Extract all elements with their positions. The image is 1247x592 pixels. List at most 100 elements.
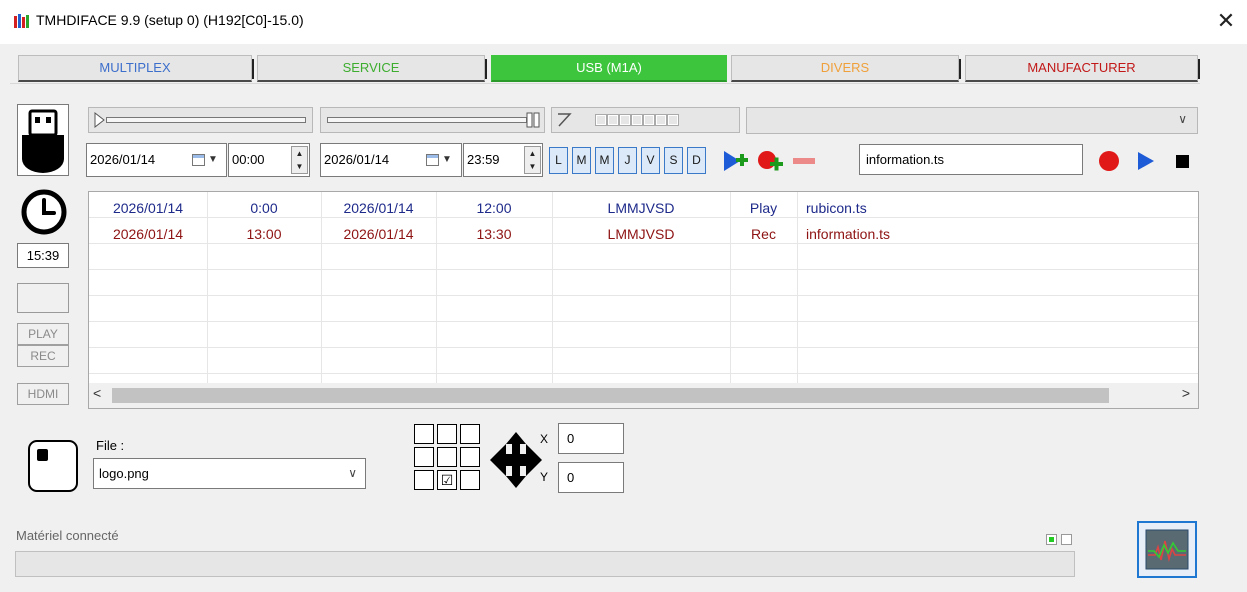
- dropdown-arrow-icon: ▼: [442, 154, 452, 165]
- start-date-picker[interactable]: 2026/01/14 ▼: [86, 143, 227, 177]
- add-record-icon[interactable]: [756, 147, 784, 175]
- file-label: File :: [96, 438, 125, 453]
- pencil-icon: [558, 113, 572, 127]
- start-date-cell: 2026/01/14: [112, 200, 184, 216]
- end-time-spinner[interactable]: ▲ ▼: [524, 146, 541, 174]
- day-toggle-wednesday[interactable]: M: [595, 147, 614, 174]
- current-time: 15:39: [17, 243, 69, 268]
- start-date-value: 2026/01/14: [90, 152, 156, 167]
- hardware-status-label: Matériel connecté: [16, 528, 119, 543]
- scroll-left-icon[interactable]: <: [93, 385, 101, 401]
- tab-multiplex[interactable]: MULTIPLEX: [18, 55, 254, 82]
- day-toggle-monday[interactable]: L: [549, 147, 568, 174]
- tab-usb[interactable]: USB (M1A): [491, 55, 727, 82]
- dropdown-arrow-icon: ▼: [208, 154, 218, 165]
- end-time-value: 23:59: [467, 152, 500, 167]
- position-middle-left[interactable]: [414, 447, 434, 467]
- position-top-left[interactable]: [414, 424, 434, 444]
- remove-icon[interactable]: [790, 147, 818, 175]
- chevron-down-icon: ∨: [1178, 112, 1187, 126]
- start-time-spinner[interactable]: ▲ ▼: [291, 146, 308, 174]
- logo-toggle-button[interactable]: [28, 440, 78, 492]
- scroll-right-icon[interactable]: >: [1182, 385, 1190, 401]
- waveform-monitor-icon: [1145, 529, 1189, 570]
- start-time-value: 00:00: [232, 152, 265, 167]
- chevron-down-icon: ∨: [348, 466, 357, 480]
- end-date-value: 2026/01/14: [324, 152, 390, 167]
- rec-button[interactable]: REC: [17, 345, 69, 367]
- scrollbar-thumb[interactable]: [112, 388, 1109, 403]
- usb-device-button[interactable]: [17, 104, 69, 176]
- status-bar: [15, 551, 1075, 577]
- start-time-cell: 0:00: [250, 200, 278, 216]
- logo-indicator-icon: [37, 449, 48, 461]
- position-bottom-center[interactable]: ☑: [437, 470, 457, 490]
- tab-service[interactable]: SERVICE: [257, 55, 487, 82]
- position-middle-right[interactable]: [460, 447, 480, 467]
- table-row[interactable]: 2026/01/14 0:00 2026/01/14 12:00 LMMJVSD…: [89, 196, 1198, 222]
- table-row[interactable]: 2026/01/14 13:00 2026/01/14 13:30 LMMJVS…: [89, 222, 1198, 248]
- tab-divers[interactable]: DIVERS: [731, 55, 961, 82]
- playback-slider[interactable]: [88, 107, 313, 133]
- x-label: X: [540, 432, 549, 446]
- days-cell: LMMJVSD: [607, 200, 675, 216]
- status-box: [17, 283, 69, 313]
- position-slider[interactable]: [320, 107, 545, 133]
- position-top-center[interactable]: [437, 424, 457, 444]
- logo-file-select[interactable]: logo.png ∨: [93, 458, 366, 489]
- logo-position-grid: ☑: [414, 424, 482, 496]
- end-time-cell: 12:00: [476, 200, 512, 216]
- end-time-field[interactable]: 23:59 ▲ ▼: [463, 143, 543, 177]
- slider-start-icon: [94, 112, 105, 128]
- logo-file-value: logo.png: [99, 466, 149, 481]
- file-cell: rubicon.ts: [806, 200, 867, 216]
- app-icon: [14, 14, 29, 28]
- add-play-icon[interactable]: [721, 147, 749, 175]
- day-toggle-sunday[interactable]: D: [687, 147, 706, 174]
- mode-cell: Rec: [751, 226, 776, 242]
- position-middle-center[interactable]: [437, 447, 457, 467]
- play-icon[interactable]: [1131, 147, 1159, 175]
- end-time-cell: 13:30: [476, 226, 512, 242]
- day-toggle-friday[interactable]: V: [641, 147, 660, 174]
- day-toggle-saturday[interactable]: S: [664, 147, 683, 174]
- position-bottom-right[interactable]: [460, 470, 480, 490]
- record-icon[interactable]: [1095, 147, 1123, 175]
- monitor-button[interactable]: [1137, 521, 1197, 578]
- y-offset-input[interactable]: 0: [558, 462, 624, 493]
- end-date-cell: 2026/01/14: [343, 200, 414, 216]
- position-bottom-left[interactable]: [414, 470, 434, 490]
- move-arrows-icon: [490, 432, 542, 488]
- tab-divider: [10, 83, 1200, 84]
- level-meter: [551, 107, 740, 133]
- tab-manufacturer[interactable]: MANUFACTURER: [965, 55, 1200, 82]
- y-label: Y: [540, 470, 549, 484]
- start-time-field[interactable]: 00:00 ▲ ▼: [228, 143, 310, 177]
- start-time-cell: 13:00: [246, 226, 282, 242]
- file-cell: information.ts: [806, 226, 891, 242]
- days-cell: LMMJVSD: [607, 226, 675, 242]
- position-top-right[interactable]: [460, 424, 480, 444]
- connection-led-icon: [1046, 534, 1057, 545]
- day-toggle-thursday[interactable]: J: [618, 147, 637, 174]
- window-title: TMHDIFACE 9.9 (setup 0) (H192[C0]-15.0): [36, 12, 304, 28]
- end-date-picker[interactable]: 2026/01/14 ▼: [320, 143, 462, 177]
- x-offset-input[interactable]: 0: [558, 423, 624, 454]
- source-select[interactable]: ∨: [746, 107, 1198, 134]
- close-icon[interactable]: ✕: [1213, 8, 1239, 34]
- clock-icon: [21, 189, 67, 235]
- calendar-icon: [192, 154, 205, 166]
- activity-led-icon: [1061, 534, 1072, 545]
- slider-end-icon: [526, 112, 540, 128]
- mode-cell: Play: [749, 200, 778, 216]
- record-filename-input[interactable]: information.ts: [859, 144, 1083, 175]
- hdmi-button[interactable]: HDMI: [17, 383, 69, 405]
- schedule-table[interactable]: 2026/01/14 0:00 2026/01/14 12:00 LMMJVSD…: [88, 191, 1199, 409]
- usb-stick-icon: [22, 109, 64, 173]
- day-toggle-tuesday[interactable]: M: [572, 147, 591, 174]
- end-date-cell: 2026/01/14: [343, 226, 414, 242]
- play-button[interactable]: PLAY: [17, 323, 69, 345]
- stop-icon[interactable]: [1168, 147, 1196, 175]
- title-bar: TMHDIFACE 9.9 (setup 0) (H192[C0]-15.0) …: [0, 0, 1247, 44]
- horizontal-scrollbar[interactable]: < >: [89, 383, 1198, 408]
